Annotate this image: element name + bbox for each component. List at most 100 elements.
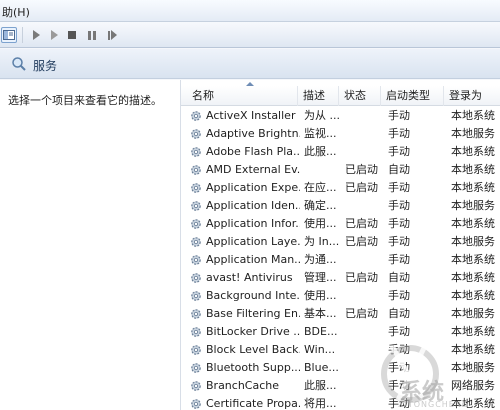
gear-icon <box>191 291 201 301</box>
table-row[interactable]: avast! Antivirus 管理... 已启动 自动 本地系统 <box>181 269 500 287</box>
service-logon-as: 本地系统 <box>451 289 495 302</box>
column-header-status-label: 状态 <box>344 89 366 102</box>
table-row[interactable]: Block Level Back... Win... 手动 本地系统 <box>181 341 500 359</box>
service-logon-as: 本地服务 <box>451 307 495 320</box>
service-name: BitLocker Drive ... <box>206 325 300 338</box>
table-row[interactable]: Bluetooth Supp... Blue... 手动 本地服务 <box>181 359 500 377</box>
service-status: 已启动 <box>345 181 378 194</box>
service-name: Application Man... <box>206 253 300 266</box>
column-header-startup-type[interactable]: 启动类型 <box>381 86 444 106</box>
service-startup-type: 手动 <box>388 199 410 212</box>
service-logon-as: 网络服务 <box>451 379 495 392</box>
table-row[interactable]: ActiveX Installer ... 为从 ... 手动 本地系统 <box>181 107 500 125</box>
service-description: 确定... <box>304 199 337 212</box>
service-description: 为通... <box>304 253 337 266</box>
services-rows: ActiveX Installer ... 为从 ... 手动 本地系统 Adaptiv… <box>181 107 500 410</box>
service-logon-as: 本地系统 <box>451 253 495 266</box>
service-startup-type: 自动 <box>388 271 410 284</box>
service-logon-as: 本地服务 <box>451 235 495 248</box>
service-startup-type: 手动 <box>388 217 410 230</box>
restart-icon <box>107 30 117 40</box>
service-logon-as: 本地系统 <box>451 145 495 158</box>
column-header-name[interactable]: 名称 <box>187 82 298 106</box>
menu-help[interactable]: 助(H) <box>0 4 32 20</box>
service-logon-as: 本地系统 <box>451 325 495 338</box>
column-header-name-label: 名称 <box>192 89 214 102</box>
service-startup-type: 手动 <box>388 145 410 158</box>
table-row[interactable]: Application Infor... 使用... 已启动 手动 本地系统 <box>181 215 500 233</box>
service-startup-type: 自动 <box>388 307 410 320</box>
service-description: 使用... <box>304 217 337 230</box>
toolbar <box>0 22 500 48</box>
service-description: 基本... <box>304 307 337 320</box>
gear-icon <box>191 111 201 121</box>
service-startup-type: 手动 <box>388 361 410 374</box>
service-status: 已启动 <box>345 235 378 248</box>
page-title: 服务 <box>33 59 58 73</box>
service-name: Application Expe... <box>206 181 300 194</box>
service-name: avast! Antivirus <box>206 271 293 284</box>
service-name: Application Iden... <box>206 199 300 212</box>
service-description: 为从 ... <box>304 109 340 122</box>
console-tree-toggle-button[interactable] <box>1 27 17 43</box>
column-header-logon-label: 登录为 <box>449 89 482 102</box>
pause-icon <box>88 30 96 40</box>
start-service-button[interactable] <box>28 27 44 43</box>
stop-service-button[interactable] <box>64 27 80 43</box>
table-row[interactable]: Application Laye... 为 In... 已启动 手动 本地服务 <box>181 233 500 251</box>
service-description: 使用... <box>304 289 337 302</box>
service-startup-type: 手动 <box>388 109 410 122</box>
table-row[interactable]: Base Filtering En... 基本... 已启动 自动 本地服务 <box>181 305 500 323</box>
table-row[interactable]: Background Inte... 使用... 手动 本地系统 <box>181 287 500 305</box>
gear-icon <box>191 129 201 139</box>
service-logon-as: 本地系统 <box>451 271 495 284</box>
service-logon-as: 本地系统 <box>451 217 495 230</box>
table-row[interactable]: Adaptive Brightn... 监视... 手动 本地服务 <box>181 125 500 143</box>
gear-icon <box>191 381 201 391</box>
gear-icon <box>191 363 201 373</box>
service-name: Bluetooth Supp... <box>206 361 300 374</box>
start-alt-button[interactable] <box>46 27 62 43</box>
column-header-status[interactable]: 状态 <box>339 86 381 106</box>
gear-icon <box>191 327 201 337</box>
gear-icon <box>191 309 201 319</box>
service-description: Blue... <box>304 361 339 374</box>
table-row[interactable]: Application Expe... 在应... 已启动 手动 本地系统 <box>181 179 500 197</box>
sort-ascending-icon <box>246 82 254 86</box>
service-name: BranchCache <box>206 379 280 392</box>
service-description: Win... <box>304 343 336 356</box>
service-name: AMD External Ev... <box>206 163 300 176</box>
table-row[interactable]: BitLocker Drive ... BDE... 手动 本地系统 <box>181 323 500 341</box>
service-description: BDE... <box>304 325 338 338</box>
service-description: 在应... <box>304 181 337 194</box>
column-header-description-label: 描述 <box>303 89 325 102</box>
service-logon-as: 本地服务 <box>451 199 495 212</box>
service-name: Application Infor... <box>206 217 300 230</box>
play-icon <box>50 30 58 40</box>
column-header-logon[interactable]: 登录为 <box>444 86 500 106</box>
service-startup-type: 手动 <box>388 379 410 392</box>
table-row[interactable]: AMD External Ev... 已启动 自动 本地系统 <box>181 161 500 179</box>
table-row[interactable]: Application Iden... 确定... 手动 本地服务 <box>181 197 500 215</box>
service-name: Base Filtering En... <box>206 307 300 320</box>
service-logon-as: 本地服务 <box>451 361 495 374</box>
table-row[interactable]: BranchCache 此服... 手动 网络服务 <box>181 377 500 395</box>
console-tree-icon <box>3 30 15 40</box>
service-description: 此服... <box>304 379 337 392</box>
gear-icon <box>191 255 201 265</box>
pause-service-button[interactable] <box>84 27 100 43</box>
header-band: 服务 <box>0 49 500 79</box>
table-row[interactable]: Application Man... 为通... 手动 本地系统 <box>181 251 500 269</box>
restart-service-button[interactable] <box>104 27 120 43</box>
service-startup-type: 手动 <box>388 253 410 266</box>
service-startup-type: 手动 <box>388 397 410 410</box>
column-header-description[interactable]: 描述 <box>298 86 339 106</box>
service-name: Adobe Flash Pla... <box>206 145 300 158</box>
table-row[interactable]: Certificate Propa... 将用... 手动 本地系统 <box>181 395 500 410</box>
service-startup-type: 手动 <box>388 325 410 338</box>
table-row[interactable]: Adobe Flash Pla... 此服... 手动 本地系统 <box>181 143 500 161</box>
service-name: Certificate Propa... <box>206 397 300 410</box>
service-description: 为 In... <box>304 235 340 248</box>
service-logon-as: 本地系统 <box>451 397 495 410</box>
gear-icon <box>191 273 201 283</box>
